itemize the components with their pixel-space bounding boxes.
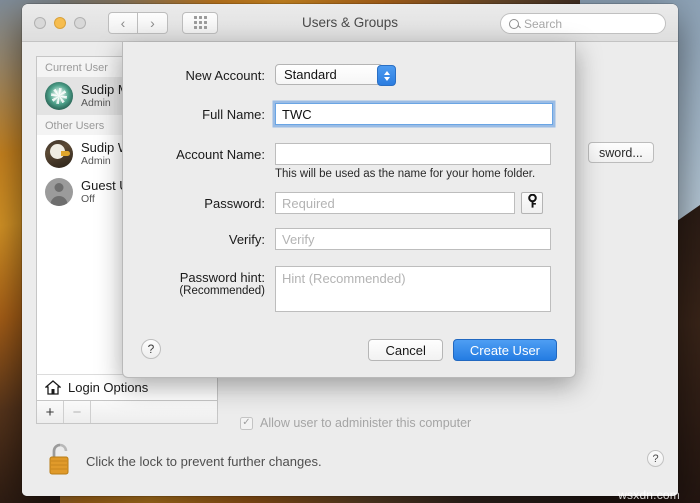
new-account-sheet: New Account: Standard Full Name: TWC Acc… bbox=[122, 42, 576, 378]
back-button[interactable]: ‹ bbox=[108, 11, 138, 34]
change-password-button[interactable]: sword... bbox=[588, 142, 654, 163]
account-name-input[interactable] bbox=[275, 143, 551, 165]
sheet-action-buttons: Cancel Create User bbox=[368, 339, 557, 361]
navigation-buttons: ‹ › bbox=[108, 11, 168, 34]
avatar bbox=[45, 140, 73, 168]
forward-button[interactable]: › bbox=[138, 11, 168, 34]
full-name-label: Full Name: bbox=[202, 107, 265, 122]
new-account-value: Standard bbox=[284, 67, 337, 82]
password-label: Password: bbox=[204, 196, 265, 211]
zoom-button[interactable] bbox=[74, 16, 86, 29]
create-user-button[interactable]: Create User bbox=[452, 339, 557, 361]
window-titlebar: ‹ › Users & Groups Search bbox=[22, 4, 678, 42]
search-icon bbox=[509, 18, 519, 29]
password-placeholder: Required bbox=[282, 195, 335, 211]
lock-row: Click the lock to prevent further change… bbox=[46, 442, 322, 481]
watermark: wsxdn.com bbox=[618, 488, 680, 502]
password-input[interactable]: Required bbox=[275, 192, 515, 214]
lock-bar: Click the lock to prevent further change… bbox=[22, 428, 678, 496]
login-options-label: Login Options bbox=[68, 380, 149, 395]
account-name-note: This will be used as the name for your h… bbox=[275, 168, 536, 180]
account-name-label: Account Name: bbox=[176, 147, 265, 162]
home-icon bbox=[45, 380, 61, 395]
account-name-row: Account Name: bbox=[123, 143, 575, 165]
search-placeholder: Search bbox=[524, 16, 563, 31]
unlocked-padlock-icon[interactable] bbox=[46, 442, 74, 481]
password-hint-placeholder: Hint (Recommended) bbox=[282, 271, 406, 286]
new-account-select[interactable]: Standard bbox=[275, 64, 396, 86]
traffic-lights bbox=[34, 16, 86, 29]
avatar bbox=[45, 82, 73, 110]
remove-user-button[interactable]: − bbox=[64, 401, 91, 423]
cancel-button[interactable]: Cancel bbox=[368, 339, 443, 361]
key-icon bbox=[526, 193, 539, 213]
new-account-label: New Account: bbox=[185, 68, 266, 83]
full-name-value: TWC bbox=[282, 106, 312, 122]
window-content: Current User Sudip M Admin Other Users S… bbox=[22, 42, 678, 496]
full-name-row: Full Name: TWC bbox=[123, 103, 575, 125]
close-button[interactable] bbox=[34, 16, 46, 29]
sheet-help-button[interactable]: ? bbox=[141, 339, 161, 359]
full-name-input[interactable]: TWC bbox=[275, 103, 553, 125]
add-user-button[interactable]: + bbox=[37, 401, 64, 423]
grid-icon bbox=[193, 16, 207, 29]
lock-message: Click the lock to prevent further change… bbox=[86, 454, 322, 469]
verify-label: Verify: bbox=[228, 232, 265, 247]
verify-placeholder: Verify bbox=[282, 231, 315, 247]
password-hint-row: Password hint: (Recommended) Hint (Recom… bbox=[123, 266, 575, 312]
password-hint-label-text: Password hint: bbox=[179, 270, 265, 285]
new-account-row: New Account: Standard bbox=[123, 64, 575, 86]
sheet-footer: ? Cancel Create User bbox=[123, 339, 575, 363]
password-row: Password: Required bbox=[123, 192, 575, 214]
password-hint-sublabel: (Recommended) bbox=[179, 285, 265, 297]
users-and-groups-window: ‹ › Users & Groups Search Current User S… bbox=[22, 4, 678, 496]
verify-row: Verify: Verify bbox=[123, 228, 575, 250]
user-add-remove-bar: + − bbox=[36, 400, 218, 424]
password-hint-label: Password hint: (Recommended) bbox=[123, 266, 265, 297]
avatar bbox=[45, 178, 73, 206]
search-input[interactable]: Search bbox=[500, 13, 666, 34]
password-assistant-button[interactable] bbox=[521, 192, 543, 214]
chevron-updown-icon[interactable] bbox=[377, 65, 396, 86]
show-all-preferences-button[interactable] bbox=[182, 11, 218, 34]
verify-input[interactable]: Verify bbox=[275, 228, 551, 250]
minimize-button[interactable] bbox=[54, 16, 66, 29]
help-button[interactable]: ? bbox=[647, 450, 664, 467]
password-hint-input[interactable]: Hint (Recommended) bbox=[275, 266, 551, 312]
